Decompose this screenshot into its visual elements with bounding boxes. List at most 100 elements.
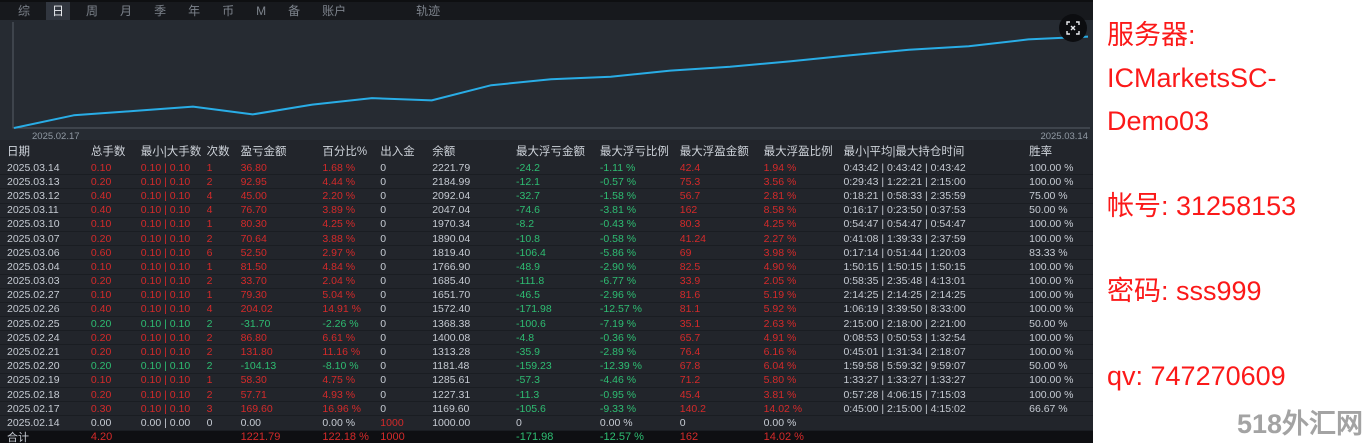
cell: 131.80	[241, 346, 323, 358]
account-info-panel: 服务器:ICMarketsSC-Demo03帐号: 31258153密码: ss…	[1093, 0, 1369, 443]
account-info-text: 服务器:ICMarketsSC-Demo03帐号: 31258153密码: ss…	[1107, 14, 1363, 398]
expand-icon[interactable]	[1059, 14, 1087, 42]
cell: 52.50	[241, 247, 323, 259]
table-row[interactable]: 2025.02.140.000.00 | 0.0000.000.00 %1000…	[0, 416, 1093, 430]
table-row[interactable]: 2025.03.120.400.10 | 0.10445.002.20 %020…	[0, 189, 1093, 203]
cell: -8.10 %	[322, 360, 380, 372]
cell: 1651.70	[432, 289, 516, 301]
table-row[interactable]: 2025.03.040.100.10 | 0.10181.504.84 %017…	[0, 260, 1093, 274]
cell: 1	[207, 289, 241, 301]
cell: -5.86 %	[600, 247, 680, 259]
table-row[interactable]: 2025.03.140.100.10 | 0.10136.801.68 %022…	[0, 161, 1093, 175]
tab-综[interactable]: 综	[12, 2, 36, 20]
cell: -6.77 %	[600, 275, 680, 287]
cell: 2	[207, 318, 241, 330]
cell: 100.00 %	[1029, 176, 1093, 188]
cell: 1685.40	[432, 275, 516, 287]
tab-轨迹[interactable]: 轨迹	[410, 2, 446, 20]
table-row[interactable]: 2025.03.060.600.10 | 0.10652.502.97 %018…	[0, 246, 1093, 260]
cell: 0.10 | 0.10	[141, 190, 207, 202]
tab-备[interactable]: 备	[282, 2, 306, 20]
table-row[interactable]: 2025.03.130.200.10 | 0.10292.954.44 %021…	[0, 175, 1093, 189]
cell: 45.4	[680, 389, 764, 401]
tab-M[interactable]: M	[250, 2, 272, 20]
cell: 67.8	[680, 360, 764, 372]
table-row[interactable]: 2025.03.030.200.10 | 0.10233.702.04 %016…	[0, 275, 1093, 289]
cell: 2:15:00 | 2:18:00 | 2:21:00	[843, 318, 1029, 330]
cell: -9.33 %	[600, 403, 680, 415]
cell: 6.16 %	[764, 346, 844, 358]
table-row[interactable]: 2025.02.260.400.10 | 0.104204.0214.91 %0…	[0, 303, 1093, 317]
cell: 3.98 %	[764, 247, 844, 259]
column-header: 最小|平均|最大持仓时间	[843, 143, 1029, 159]
table-row[interactable]: 2025.02.190.100.10 | 0.10158.304.75 %012…	[0, 374, 1093, 388]
cell: 1766.90	[432, 261, 516, 273]
table-total-row[interactable]: 合计4.201221.79122.18 %1000-171.98-12.57 %…	[0, 431, 1093, 443]
cell: -74.6	[516, 204, 600, 216]
equity-chart-svg: 2025.02.17 2025.03.14	[0, 20, 1093, 140]
chart-end-date-label: 2025.03.14	[1040, 131, 1088, 140]
cell: 5.80 %	[764, 374, 844, 386]
cell: -105.6	[516, 403, 600, 415]
cell: 100.00 %	[1029, 289, 1093, 301]
cell: 0.10 | 0.10	[141, 261, 207, 273]
table-row[interactable]: 2025.03.070.200.10 | 0.10270.643.88 %018…	[0, 232, 1093, 246]
table-row[interactable]: 2025.03.100.100.10 | 0.10180.304.25 %019…	[0, 218, 1093, 232]
cell: -35.9	[516, 346, 600, 358]
cell: 0:43:42 | 0:43:42 | 0:43:42	[843, 162, 1029, 174]
cell: 14.91 %	[322, 303, 380, 315]
cell: 2	[207, 332, 241, 344]
cell: 1572.40	[432, 303, 516, 315]
table-row[interactable]: 2025.02.170.300.10 | 0.103169.6016.96 %0…	[0, 402, 1093, 416]
cell: 2.63 %	[764, 318, 844, 330]
cell: 0.40	[91, 303, 141, 315]
cell: 0:41:08 | 1:39:33 | 2:37:59	[843, 233, 1029, 245]
panel-spacer	[1107, 143, 1363, 185]
table-row[interactable]: 2025.02.270.100.10 | 0.10179.305.04 %016…	[0, 289, 1093, 303]
cell: 86.80	[241, 332, 323, 344]
cell: 75.3	[680, 176, 764, 188]
cell: 1313.28	[432, 346, 516, 358]
table-row[interactable]: 2025.02.210.200.10 | 0.102131.8011.16 %0…	[0, 345, 1093, 359]
cell: 8.58 %	[764, 204, 844, 216]
cell: 100.00 %	[1029, 233, 1093, 245]
table-row[interactable]: 2025.02.180.200.10 | 0.10257.714.93 %012…	[0, 388, 1093, 402]
cell: 1:06:19 | 3:39:50 | 8:33:00	[843, 303, 1029, 315]
cell: -100.6	[516, 318, 600, 330]
cell: 0.00 %	[764, 417, 844, 429]
column-header: 总手数	[91, 143, 141, 159]
cell: 0.30	[91, 403, 141, 415]
cell: 2	[207, 360, 241, 372]
cell: 50.00 %	[1029, 318, 1093, 330]
cell: 2025.03.06	[7, 247, 91, 259]
cell: 0.20	[91, 275, 141, 287]
tab-账户[interactable]: 账户	[316, 2, 352, 20]
table-row[interactable]: 2025.02.250.200.10 | 0.102-31.70-2.26 %0…	[0, 317, 1093, 331]
tab-年[interactable]: 年	[182, 2, 206, 20]
cell: -46.5	[516, 289, 600, 301]
cell: 36.80	[241, 162, 323, 174]
chart-axes	[13, 22, 1090, 128]
cell: 0:16:17 | 0:23:50 | 0:37:53	[843, 204, 1029, 216]
table-row[interactable]: 2025.02.240.200.10 | 0.10286.806.61 %014…	[0, 331, 1093, 345]
cell: 6.04 %	[764, 360, 844, 372]
cell: -106.4	[516, 247, 600, 259]
cell: 42.4	[680, 162, 764, 174]
cell: 65.7	[680, 332, 764, 344]
cell: 0	[380, 318, 432, 330]
cell: 14.02 %	[764, 431, 844, 443]
tab-季[interactable]: 季	[148, 2, 172, 20]
toolbar: 综日周月季年币M备账户 轨迹	[0, 0, 1093, 20]
cell: 1	[207, 218, 241, 230]
cell: 45.00	[241, 190, 323, 202]
column-header: 百分比%	[322, 143, 380, 159]
tab-周[interactable]: 周	[80, 2, 104, 20]
tab-月[interactable]: 月	[114, 2, 138, 20]
tab-日[interactable]: 日	[46, 2, 70, 20]
table-row[interactable]: 2025.02.200.200.10 | 0.102-104.13-8.10 %…	[0, 360, 1093, 374]
table-row[interactable]: 2025.03.110.400.10 | 0.10476.703.89 %020…	[0, 204, 1093, 218]
column-header: 出入金	[380, 143, 432, 159]
equity-chart[interactable]: 2025.02.17 2025.03.14	[0, 20, 1093, 140]
cell: 71.2	[680, 374, 764, 386]
tab-币[interactable]: 币	[216, 2, 240, 20]
